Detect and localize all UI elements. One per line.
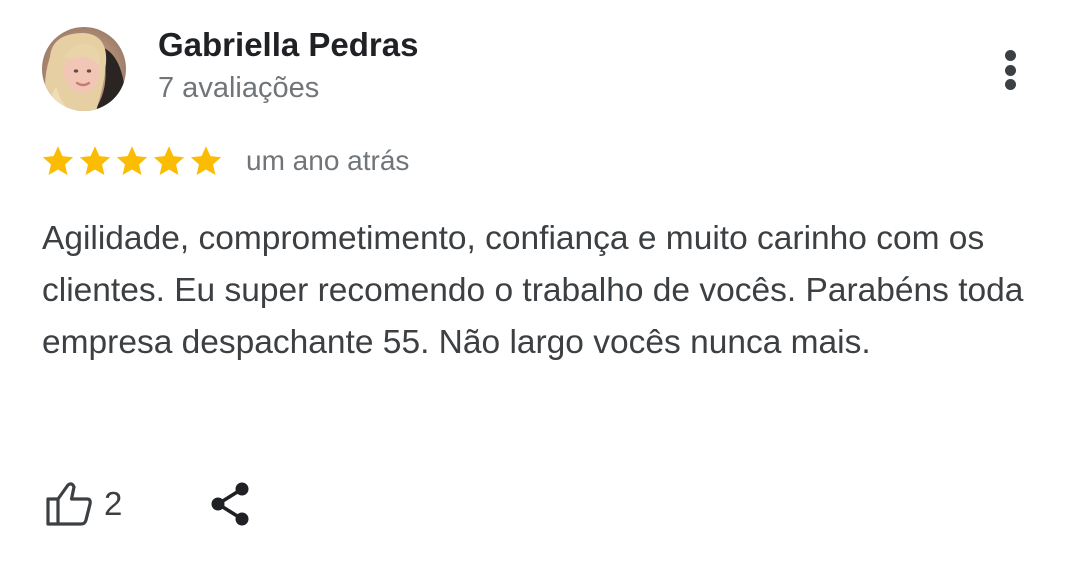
star-icon [151, 143, 187, 179]
star-icon [77, 143, 113, 179]
star-rating [40, 143, 224, 179]
share-button[interactable] [208, 481, 252, 527]
avatar-image [42, 27, 126, 111]
author-name[interactable]: Gabriella Pedras [158, 26, 418, 64]
like-count: 2 [104, 485, 123, 522]
star-icon [40, 143, 76, 179]
more-vert-icon [1004, 50, 1016, 61]
review-date: um ano atrás [246, 145, 410, 176]
author-review-count[interactable]: 7 avaliações [158, 72, 319, 105]
review-actions: 2 [44, 476, 252, 532]
review-card: Gabriella Pedras 7 avaliações um ano atr… [0, 0, 1080, 574]
thumb-up-icon [46, 482, 92, 526]
rating-row: um ano atrás [40, 143, 409, 179]
author-avatar[interactable] [42, 27, 126, 111]
more-vert-icon-dot [1004, 64, 1016, 76]
like-button[interactable]: 2 [44, 481, 122, 527]
star-icon [188, 143, 224, 179]
review-text: Agilidade, comprometimento, confiança e … [42, 220, 1024, 361]
more-options-button[interactable] [990, 44, 1030, 96]
share-icon [211, 482, 249, 526]
star-icon [114, 143, 150, 179]
more-vert-icon-dot [1004, 79, 1016, 90]
